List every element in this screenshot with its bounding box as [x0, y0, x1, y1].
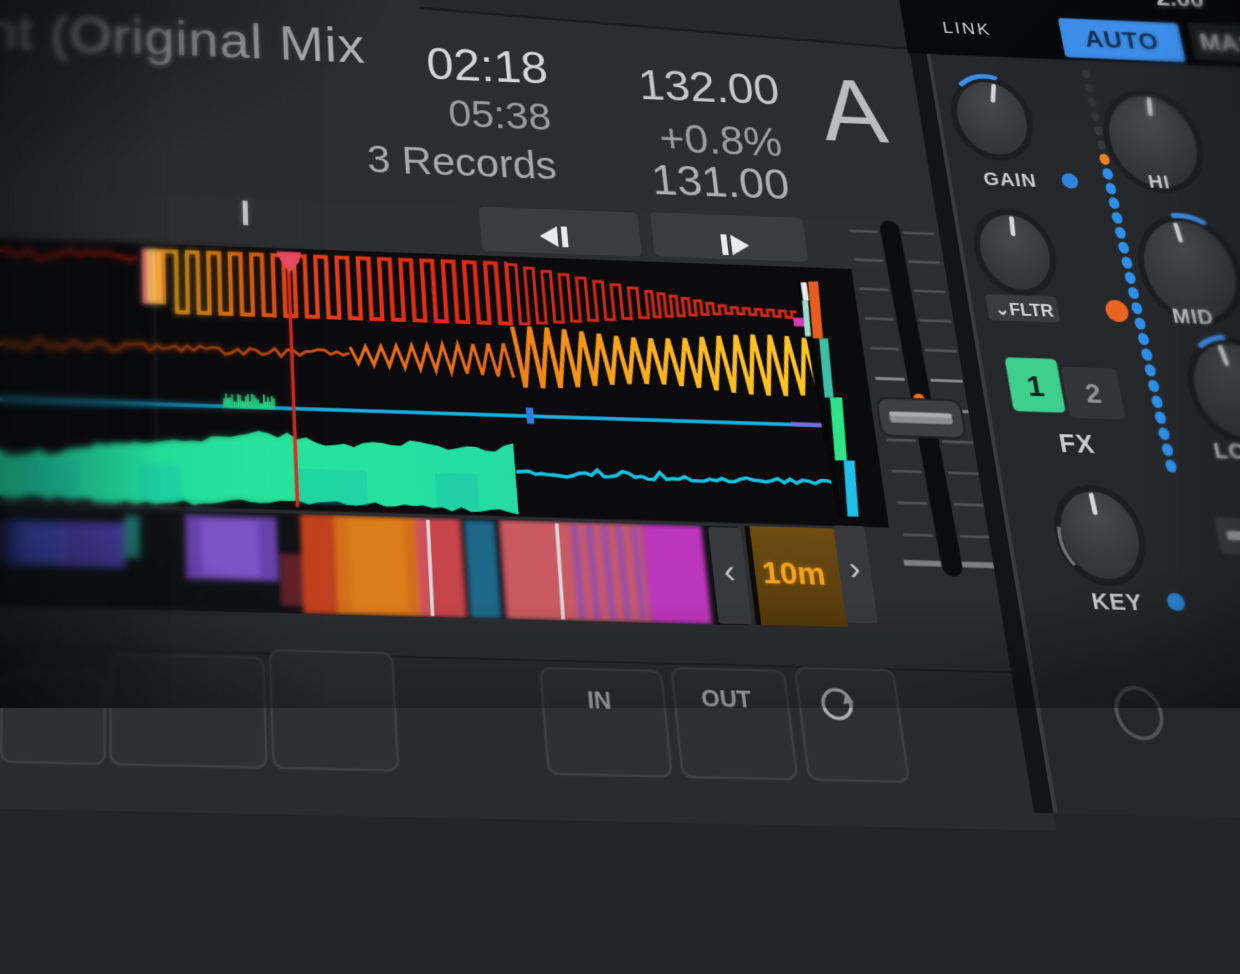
svg-text:FX: FX [1057, 430, 1098, 460]
svg-text:IN: IN [586, 687, 612, 715]
svg-text:LO: LO [1212, 439, 1240, 465]
svg-text:HI: HI [1147, 172, 1173, 193]
svg-text:MAS: MAS [1197, 30, 1240, 58]
svg-text:MID: MID [1170, 306, 1216, 330]
svg-text:AUTO: AUTO [1082, 26, 1161, 55]
svg-text:GAIN: GAIN [982, 169, 1039, 191]
svg-text:⌄FLTR: ⌄FLTR [993, 299, 1055, 320]
svg-text:LINK: LINK [941, 18, 993, 38]
svg-text:KEY: KEY [1089, 589, 1145, 617]
svg-text:OUT: OUT [700, 685, 754, 714]
